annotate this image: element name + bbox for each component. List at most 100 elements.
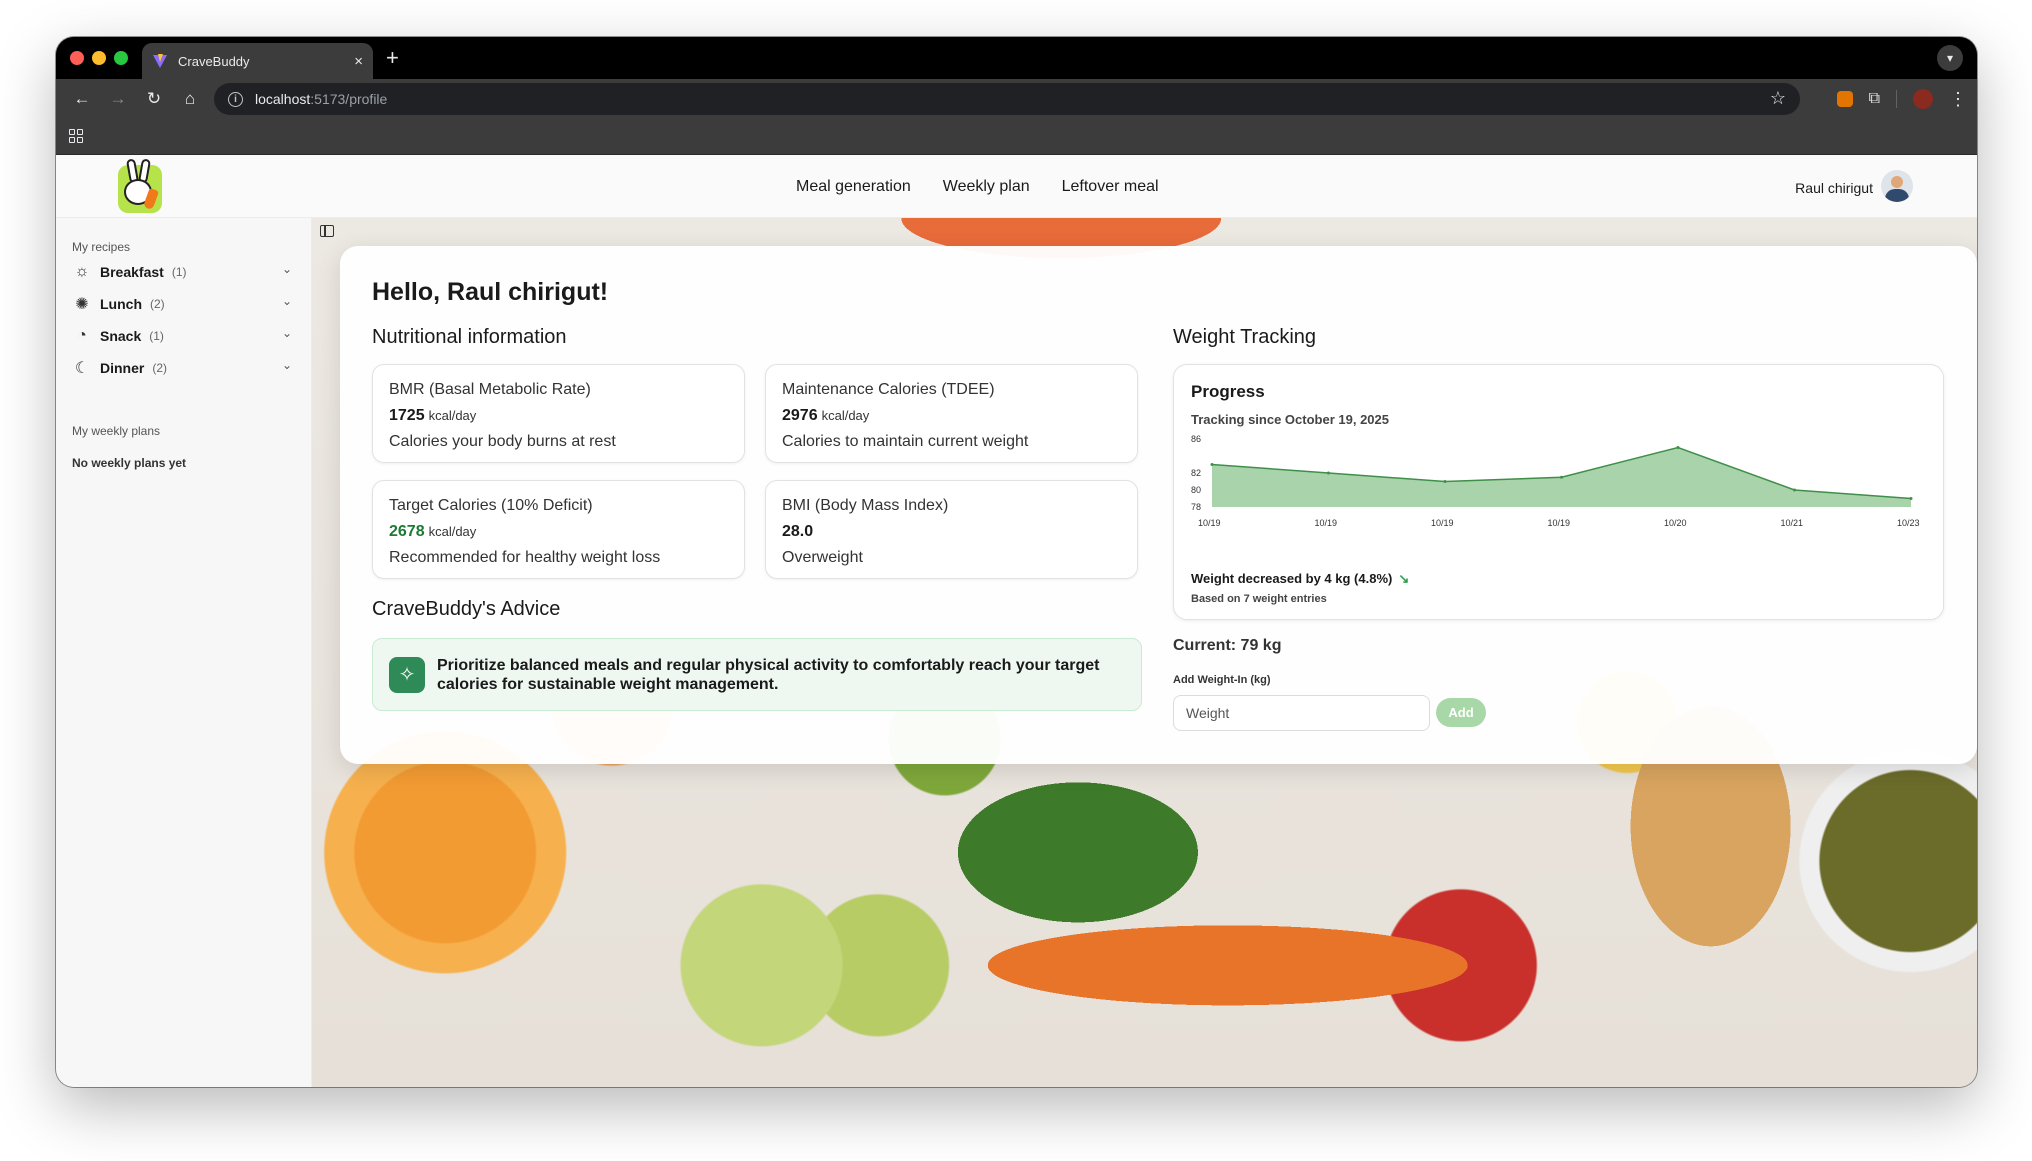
advice-box: ✧ Prioritize balanced meals and regular … bbox=[372, 638, 1142, 711]
stat-card-tdee: Maintenance Calories (TDEE) 2976 kcal/day… bbox=[765, 364, 1138, 463]
sidebar-item-snack[interactable]: ◔ Snack (1) ⌄ bbox=[72, 324, 296, 348]
stat-title: BMR (Basal Metabolic Rate) bbox=[389, 381, 591, 398]
stat-title: Target Calories (10% Deficit) bbox=[389, 497, 593, 514]
stat-description: Calories your body burns at rest bbox=[389, 433, 616, 450]
weight-input[interactable] bbox=[1173, 695, 1430, 731]
stat-title: BMI (Body Mass Index) bbox=[782, 497, 949, 514]
url-host: localhost bbox=[255, 91, 311, 107]
weight-point[interactable] bbox=[1327, 471, 1330, 475]
sidebar-item-count: (2) bbox=[150, 297, 165, 311]
weight-chart: 78 80 82 86 10/19 10/19 10/19 10/19 10/20 10/21 10… bbox=[1191, 434, 1920, 528]
address-bar[interactable]: i localhost:5173/profile ☆ bbox=[214, 83, 1800, 115]
cravebuddy-logo[interactable] bbox=[118, 158, 162, 213]
minimize-window-button[interactable] bbox=[92, 51, 106, 65]
add-weight-label: Add Weight-In (kg) bbox=[1173, 674, 1271, 686]
stat-card-bmi: BMI (Body Mass Index) 28.0 Overweight bbox=[765, 480, 1138, 579]
browser-menu-icon[interactable]: ⋮ bbox=[1949, 89, 1967, 110]
nutrition-heading: Nutritional information bbox=[372, 326, 567, 348]
trending-down-icon: ↘ bbox=[1398, 571, 1410, 586]
site-info-icon[interactable]: i bbox=[228, 91, 243, 107]
tab-close-icon[interactable]: × bbox=[354, 53, 363, 70]
sidebar-item-count: (2) bbox=[152, 361, 168, 375]
bookmark-star-icon[interactable]: ☆ bbox=[1770, 88, 1786, 109]
browser-tab[interactable]: CraveBuddy × bbox=[142, 43, 373, 79]
stat-title: Maintenance Calories (TDEE) bbox=[782, 381, 995, 398]
bookmarks-bar bbox=[56, 119, 1977, 155]
x-tick-label: 10/19 bbox=[1431, 518, 1454, 528]
weight-point[interactable] bbox=[1909, 497, 1913, 500]
new-tab-button[interactable]: + bbox=[386, 45, 399, 71]
stat-value: 28.0 bbox=[782, 523, 814, 540]
chevron-down-icon[interactable]: ⌄ bbox=[282, 294, 292, 308]
nav-leftover-meal[interactable]: Leftover meal bbox=[1062, 178, 1159, 196]
y-tick-label: 80 bbox=[1191, 485, 1201, 495]
browser-toolbar: ← → ↻ ⌂ i localhost:5173/profile ☆ ⧉ ⋮ bbox=[56, 79, 1977, 119]
tab-title: CraveBuddy bbox=[178, 53, 250, 69]
y-tick-label: 86 bbox=[1191, 434, 1201, 444]
user-name[interactable]: Raul chirigut bbox=[1795, 180, 1873, 196]
sidebar-item-label: Breakfast bbox=[100, 264, 164, 280]
weight-point[interactable] bbox=[1210, 463, 1214, 466]
tab-strip: CraveBuddy × + ▾ bbox=[56, 37, 1977, 79]
progress-title: Progress bbox=[1191, 382, 1265, 401]
user-avatar[interactable] bbox=[1881, 170, 1913, 202]
stat-value: 2976 kcal/day bbox=[782, 407, 870, 424]
page-title: Hello, Raul chirigut! bbox=[372, 278, 609, 306]
back-arrow-icon[interactable]: ← bbox=[64, 89, 100, 109]
weight-progress-card: Progress Tracking since October 19, 2025… bbox=[1173, 364, 1944, 620]
app-navbar: Meal generation Weekly plan Leftover mea… bbox=[56, 155, 1977, 218]
sidebar-item-label: Dinner bbox=[100, 360, 145, 376]
stat-value: 2678 kcal/day bbox=[389, 523, 477, 540]
weekly-plans-empty-text: No weekly plans yet bbox=[72, 456, 187, 470]
weight-point[interactable] bbox=[1793, 488, 1796, 492]
reload-icon[interactable]: ↻ bbox=[136, 89, 172, 109]
current-weight: Current: 79 kg bbox=[1173, 637, 1282, 654]
my-weekly-plans-heading: My weekly plans bbox=[72, 424, 161, 438]
nav-meal-generation[interactable]: Meal generation bbox=[796, 178, 911, 196]
x-tick-label: 10/19 bbox=[1548, 518, 1571, 528]
apps-grid-icon[interactable] bbox=[69, 129, 83, 143]
add-weight-button[interactable]: Add bbox=[1436, 698, 1486, 727]
sidebar-toggle-icon[interactable] bbox=[320, 225, 334, 237]
toolbar-divider bbox=[1896, 90, 1897, 108]
sidebar-item-label: Lunch bbox=[100, 296, 142, 312]
close-window-button[interactable] bbox=[70, 51, 84, 65]
nav-weekly-plan[interactable]: Weekly plan bbox=[943, 178, 1030, 196]
weight-point[interactable] bbox=[1560, 475, 1563, 479]
sidebar-item-dinner[interactable]: ☾ Dinner (2) ⌄ bbox=[72, 356, 296, 380]
chevron-down-icon[interactable]: ⌄ bbox=[282, 358, 292, 372]
tab-search-chevron-icon[interactable]: ▾ bbox=[1937, 45, 1963, 71]
chevron-down-icon[interactable]: ⌄ bbox=[282, 326, 292, 340]
sun-icon: ✺ bbox=[75, 296, 89, 313]
browser-window: CraveBuddy × + ▾ ← → ↻ ⌂ i localhost:517… bbox=[56, 37, 1977, 1087]
vite-favicon-icon bbox=[153, 54, 167, 68]
forward-arrow-icon[interactable]: → bbox=[100, 89, 136, 109]
weight-point[interactable] bbox=[1443, 480, 1447, 483]
chevron-down-icon[interactable]: ⌄ bbox=[282, 262, 292, 276]
app-page: Meal generation Weekly plan Leftover mea… bbox=[56, 155, 1977, 1087]
url-path: :5173/profile bbox=[310, 91, 388, 107]
sidebar-item-count: (1) bbox=[149, 329, 164, 343]
sidebar-item-lunch[interactable]: ✺ Lunch (2) ⌄ bbox=[72, 292, 296, 316]
sidebar-item-breakfast[interactable]: ☼ Breakfast (1) ⌄ bbox=[72, 260, 296, 284]
my-recipes-heading: My recipes bbox=[72, 240, 131, 254]
sidebar-item-count: (1) bbox=[171, 265, 187, 279]
advice-heading: CraveBuddy's Advice bbox=[372, 598, 561, 620]
entries-count: Based on 7 weight entries bbox=[1191, 593, 1327, 605]
maximize-window-button[interactable] bbox=[114, 51, 128, 65]
stat-card-bmr: BMR (Basal Metabolic Rate) 1725 kcal/day … bbox=[372, 364, 745, 463]
stat-card-target-calories: Target Calories (10% Deficit) 2678 kcal/d… bbox=[372, 480, 745, 579]
x-tick-label: 10/20 bbox=[1664, 518, 1687, 528]
sidebar: My recipes ☼ Breakfast (1) ⌄ ✺ Lunch (2)… bbox=[56, 218, 312, 1087]
stat-description: Overweight bbox=[782, 549, 863, 566]
x-tick-label: 10/21 bbox=[1781, 518, 1804, 528]
home-icon[interactable]: ⌂ bbox=[172, 89, 208, 109]
sparkles-icon: ✧ bbox=[389, 656, 425, 693]
extension-icon[interactable] bbox=[1836, 91, 1853, 107]
weight-point[interactable] bbox=[1676, 446, 1680, 449]
weight-delta: Weight decreased by 4 kg (4.8%) ↘ bbox=[1191, 571, 1410, 586]
sidebar-item-label: Snack bbox=[100, 328, 142, 344]
extensions-puzzle-icon[interactable]: ⧉ bbox=[1869, 90, 1880, 108]
browser-profile-avatar[interactable] bbox=[1913, 89, 1933, 109]
profile-card: Hello, Raul chirigut! Nutritional inform… bbox=[340, 246, 1977, 764]
